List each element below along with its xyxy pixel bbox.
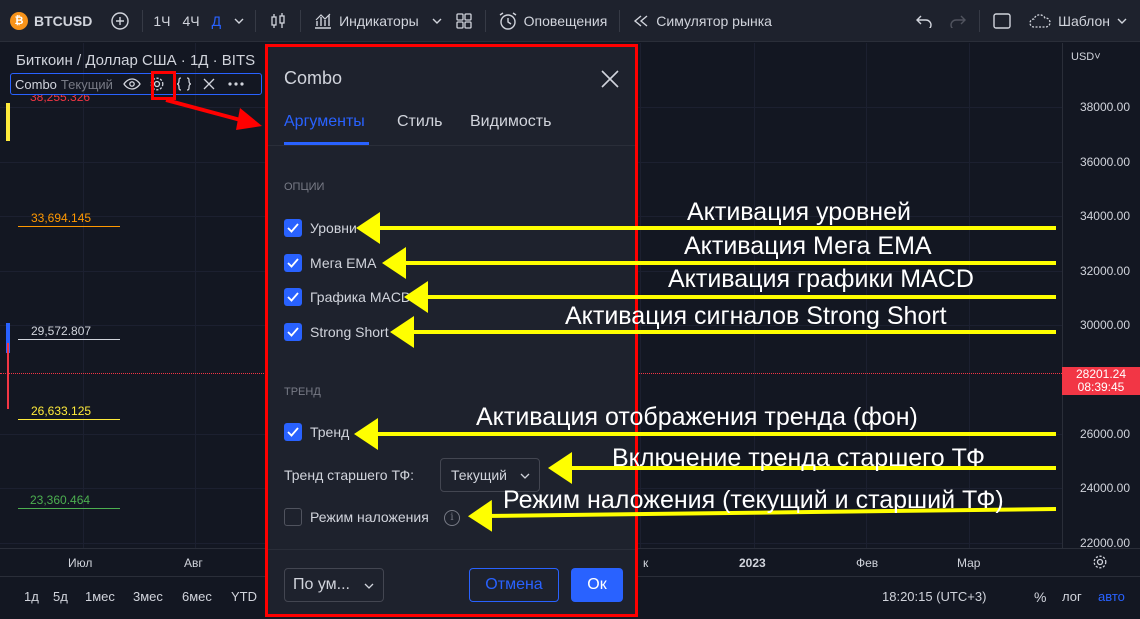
level-line — [18, 508, 120, 509]
toolbar-divider — [979, 9, 981, 32]
gear-highlight-frame — [151, 71, 176, 100]
time-tick: Мар — [957, 556, 981, 570]
template-chevron-down-icon — [1116, 15, 1128, 27]
source-code-icon[interactable] — [175, 76, 193, 92]
annotation-macd: Активация графики MACD — [668, 265, 974, 293]
range-5d[interactable]: 5д — [53, 589, 68, 604]
time-tick: к — [643, 556, 649, 570]
price-tick: 32000.00 — [1079, 264, 1130, 278]
annotation-strong-short: Активация сигналов Strong Short — [565, 302, 947, 330]
log-scale-toggle[interactable]: лог — [1062, 589, 1082, 604]
undo-icon[interactable] — [907, 0, 941, 42]
axis-settings-gear-icon[interactable] — [1092, 554, 1108, 573]
more-dots-icon[interactable] — [227, 81, 245, 87]
indicators-chevron-down-icon[interactable] — [427, 0, 447, 42]
bitcoin-icon: ₿ — [10, 11, 28, 30]
template-button[interactable]: Шаблон — [1020, 0, 1140, 42]
currency-label: USD — [1071, 51, 1095, 63]
tradingview-app: ₿ BTCUSD 1Ч 4Ч Д Индикаторы Оповещения С… — [0, 0, 1140, 619]
fullscreen-square-icon[interactable] — [984, 0, 1020, 42]
price-tick: 30000.00 — [1079, 318, 1130, 332]
timeframe-4h[interactable]: 4Ч — [176, 0, 205, 42]
toolbar-divider — [255, 9, 257, 32]
toolbar-divider — [300, 9, 302, 32]
bar-countdown: 08:39:45 — [1077, 380, 1125, 394]
price-tick: 24000.00 — [1079, 481, 1130, 495]
current-price-tag: 28201.24 08:39:45 — [1062, 367, 1140, 395]
annotation-mega-ema: Активация Мега EMA — [684, 232, 932, 260]
alerts-label: Оповещения — [523, 12, 608, 29]
level-label: 26,633.125 — [31, 404, 92, 418]
clock[interactable]: 18:20:15 (UTC+3) — [882, 589, 986, 604]
bar-replay-label: Симулятор рынка — [656, 12, 772, 29]
cloud-icon — [1028, 13, 1052, 29]
bar-replay-button[interactable]: Симулятор рынка — [624, 0, 780, 42]
annotation-overlay: Режим наложения (текущий и старший ТФ) — [503, 486, 1004, 514]
time-tick: Авг — [184, 556, 203, 570]
range-1d[interactable]: 1д — [24, 589, 39, 604]
candle — [6, 103, 10, 141]
top-toolbar: ₿ BTCUSD 1Ч 4Ч Д Индикаторы Оповещения С… — [0, 0, 1140, 42]
time-tick: 2023 — [739, 556, 766, 570]
price-tick: 38000.00 — [1079, 100, 1130, 114]
compare-add-icon[interactable] — [102, 0, 138, 42]
remove-close-icon[interactable] — [203, 78, 215, 90]
indicator-name: Combo — [15, 76, 57, 92]
layouts-grid-icon[interactable] — [447, 0, 481, 42]
time-tick: Фев — [856, 556, 879, 570]
range-1m[interactable]: 1мес — [85, 589, 115, 604]
chart-title: Биткоин / Доллар США · 1Д · BITS — [16, 52, 256, 69]
indicator-timeframe: Текущий — [60, 76, 113, 92]
level-label: 29,572.807 — [31, 324, 92, 338]
grid-line — [195, 43, 196, 548]
percent-scale-toggle[interactable]: % — [1034, 589, 1046, 605]
grid-line — [83, 43, 84, 548]
range-3m[interactable]: 3мес — [133, 589, 163, 604]
indicators-button[interactable]: Индикаторы — [305, 0, 427, 42]
range-6m[interactable]: 6мес — [182, 589, 212, 604]
price-axis[interactable]: USD˅ 38000.00 36000.00 34000.00 32000.00… — [1062, 43, 1140, 550]
indicator-legend-row[interactable]: Combo Текущий — [10, 73, 262, 95]
level-line — [18, 226, 120, 227]
candle — [7, 343, 9, 409]
level-label: 33,694.145 — [31, 211, 92, 225]
level-line — [18, 419, 120, 420]
price-tick: 36000.00 — [1079, 155, 1130, 169]
time-tick: Июл — [68, 556, 93, 570]
rewind-icon — [632, 14, 650, 28]
redo-icon[interactable] — [941, 0, 975, 42]
level-label: 23,360.464 — [30, 493, 91, 507]
eye-icon[interactable] — [123, 77, 141, 91]
annotation-htf: Включение тренда старшего ТФ — [612, 444, 986, 472]
indicators-icon — [313, 12, 333, 30]
template-label: Шаблон — [1058, 12, 1110, 29]
auto-scale-toggle[interactable]: авто — [1098, 589, 1125, 604]
alerts-button[interactable]: Оповещения — [490, 0, 616, 42]
candles-icon[interactable] — [260, 0, 296, 42]
toolbar-divider — [142, 9, 144, 32]
timeframe-chevron-down-icon[interactable] — [227, 0, 251, 42]
alarm-clock-icon — [498, 11, 518, 31]
currency-selector[interactable]: USD˅ — [1071, 51, 1101, 63]
price-tick: 26000.00 — [1079, 427, 1130, 441]
price-tick: 34000.00 — [1079, 209, 1130, 223]
range-ytd[interactable]: YTD — [231, 589, 257, 604]
annotation-trend: Активация отображения тренда (фон) — [476, 403, 918, 431]
toolbar-divider — [619, 9, 621, 32]
timeframe-1h[interactable]: 1Ч — [147, 0, 176, 42]
level-line — [18, 339, 120, 340]
indicators-label: Индикаторы — [339, 12, 419, 29]
symbol-search-button[interactable]: BTCUSD — [34, 13, 92, 29]
annotation-levels: Активация уровней — [687, 198, 911, 226]
toolbar-divider — [484, 9, 486, 32]
timeframe-1d[interactable]: Д — [206, 0, 227, 42]
